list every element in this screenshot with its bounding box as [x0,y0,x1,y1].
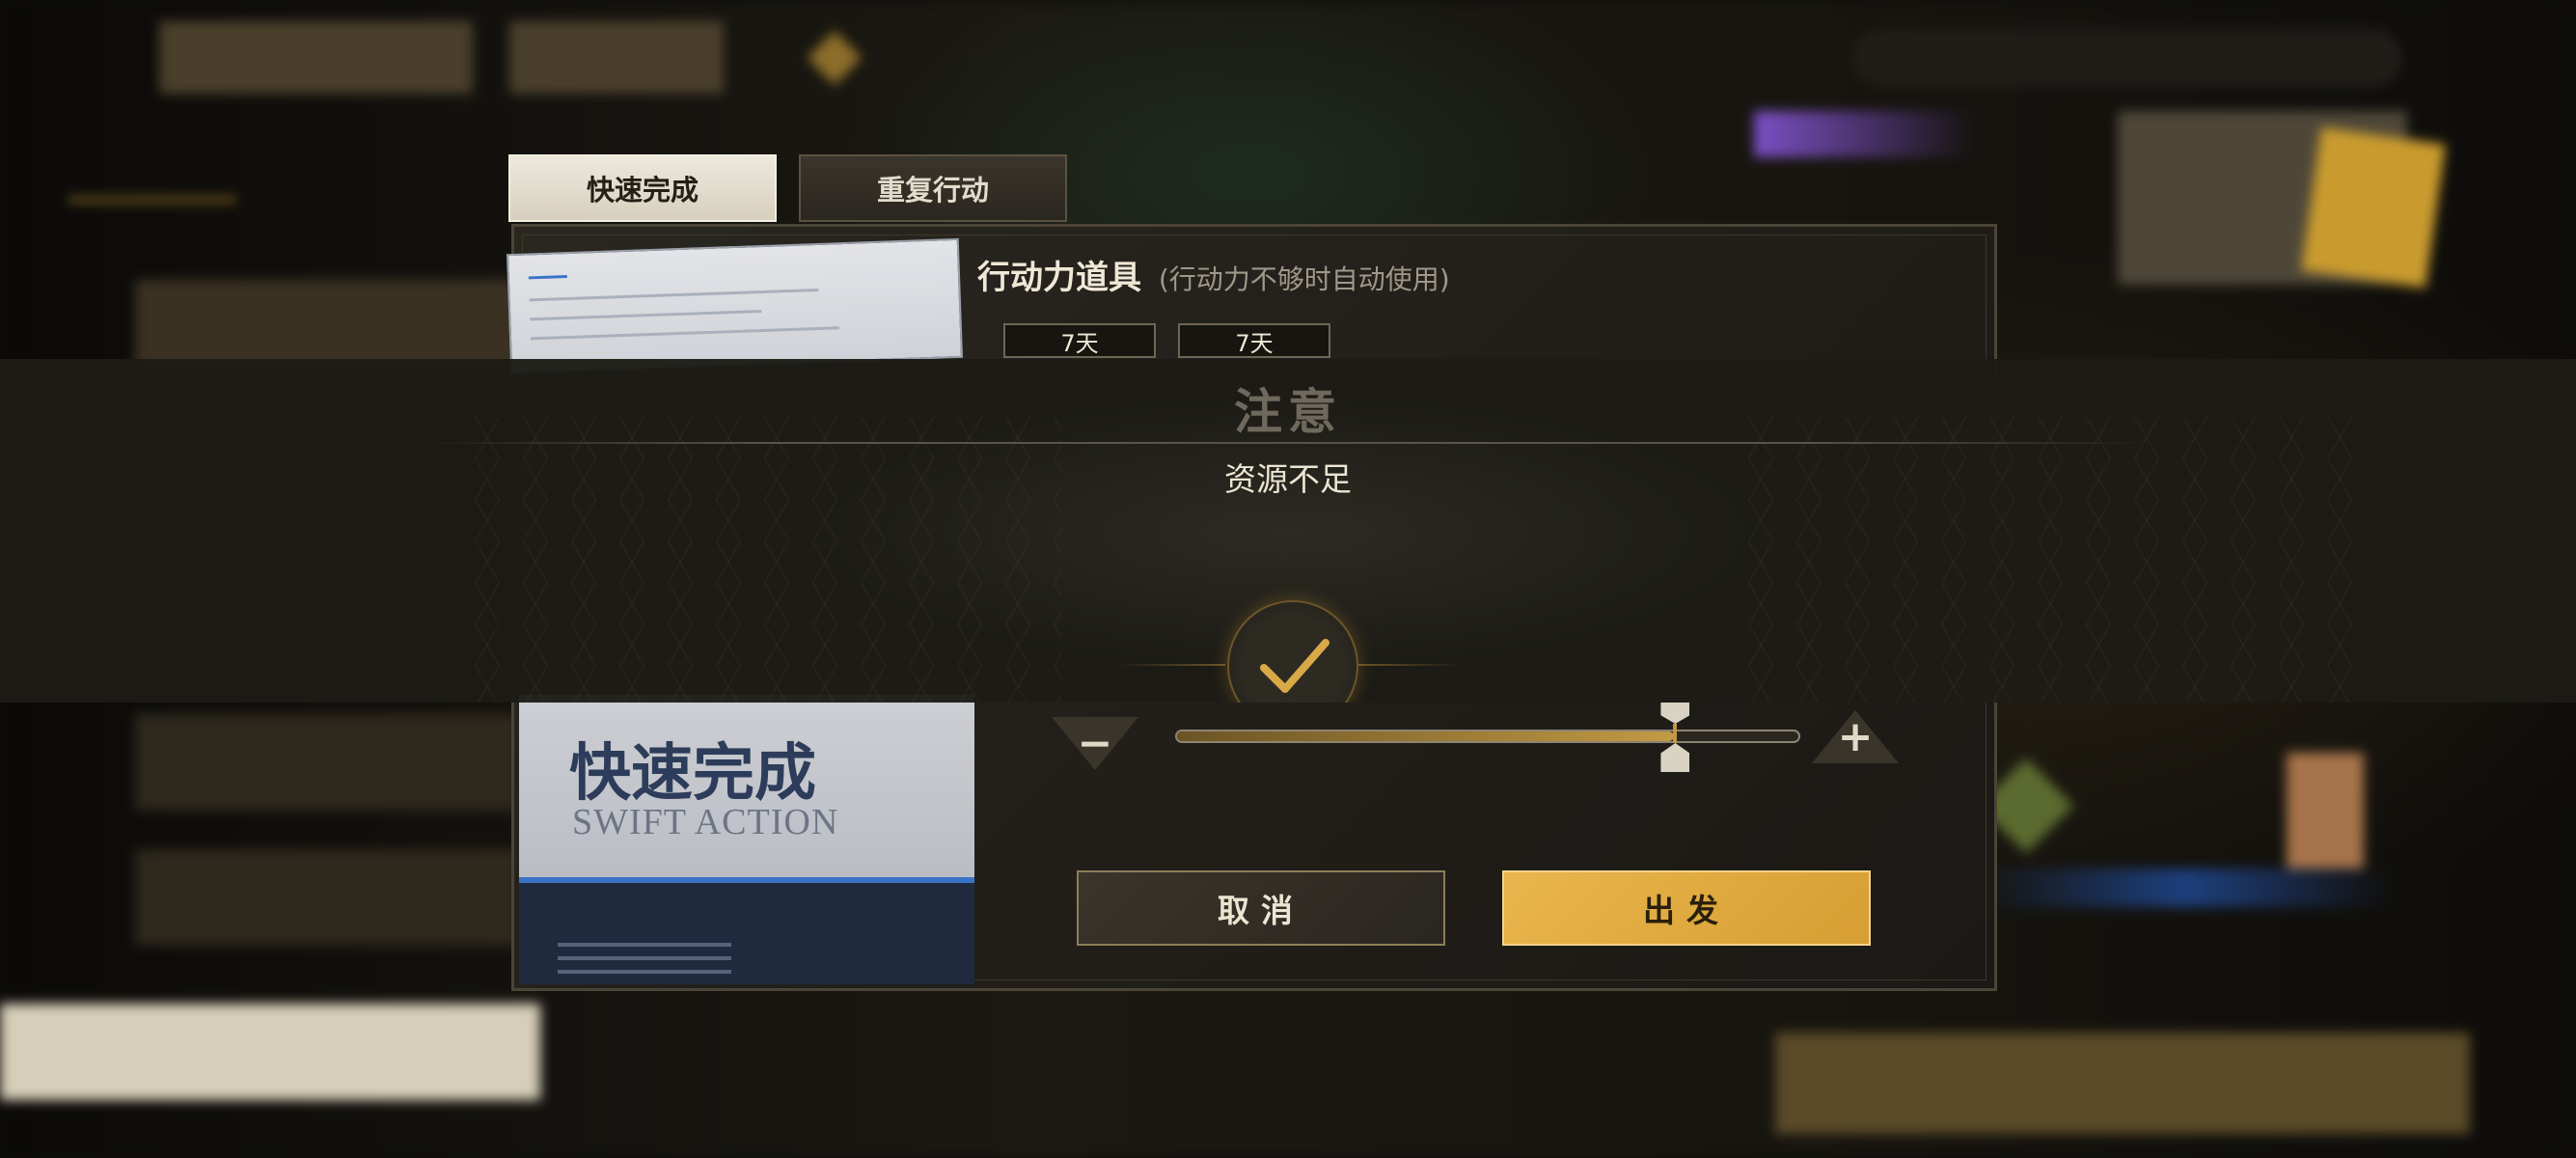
notice-divider [425,442,2151,444]
handle-bottom [1660,743,1690,772]
tab-quick-complete[interactable]: 快速完成 [508,154,777,222]
item-header: 行动力道具 (行动力不够时自动使用) [977,251,1450,298]
item-title: 行动力道具 [977,259,1141,297]
bg-rarity-tag [1754,111,1976,157]
gem-decoration [807,30,863,86]
handle-bar [1673,724,1678,743]
bg-item-icon [2287,753,2364,868]
minus-button[interactable]: − [1052,714,1138,772]
doc-line [529,288,819,302]
quantity-slider-fill [1177,731,1675,741]
minus-icon: − [1077,718,1113,768]
back-button-bg [159,21,473,94]
card-band [519,877,974,984]
cancel-button[interactable]: 取消 [1077,870,1445,946]
item-hint: (行动力不够时自动使用) [1158,263,1450,295]
bg-list-item [135,714,521,811]
doc-line [530,310,762,321]
quantity-slider-track[interactable] [1175,730,1800,743]
notice-banner: 注意 资源不足 [0,359,2576,703]
confirm-deco-line-left [1119,664,1225,666]
item-duration-chip[interactable]: 7天 [1178,323,1330,358]
bg-bottom-bar [1775,1033,2470,1134]
swift-action-card: 快速完成 SWIFT ACTION [519,695,974,984]
tab-repeat-action[interactable]: 重复行动 [799,154,1067,222]
bg-list-item [135,849,521,946]
item-duration-chip[interactable]: 7天 [1003,323,1156,358]
depart-button[interactable]: 出发 [1502,870,1871,946]
doc-line [531,326,839,341]
handle-top [1660,703,1690,724]
bg-resource-bar [1852,29,2402,87]
confirm-button[interactable] [1227,600,1358,703]
plus-icon: + [1837,711,1874,761]
checkmark-icon [1260,639,1329,693]
card-title-cn: 快速完成 [569,737,816,810]
bg-list-item-selected [0,1004,540,1100]
doc-line [528,275,567,280]
card-band-lines [558,956,731,960]
notice-title: 注意 [1234,383,1342,440]
bg-reward-card [2301,126,2446,289]
document-illustration-top [506,237,964,374]
card-title-en: SWIFT ACTION [572,802,839,842]
notice-message: 资源不足 [1224,460,1352,498]
plus-button[interactable]: + [1812,707,1899,765]
home-button-bg [509,21,724,94]
bg-tab-underline [68,198,236,202]
quantity-slider-handle[interactable] [1660,703,1690,780]
confirm-deco-line-right [1357,664,1463,666]
bg-chevron-row [1978,868,2393,907]
